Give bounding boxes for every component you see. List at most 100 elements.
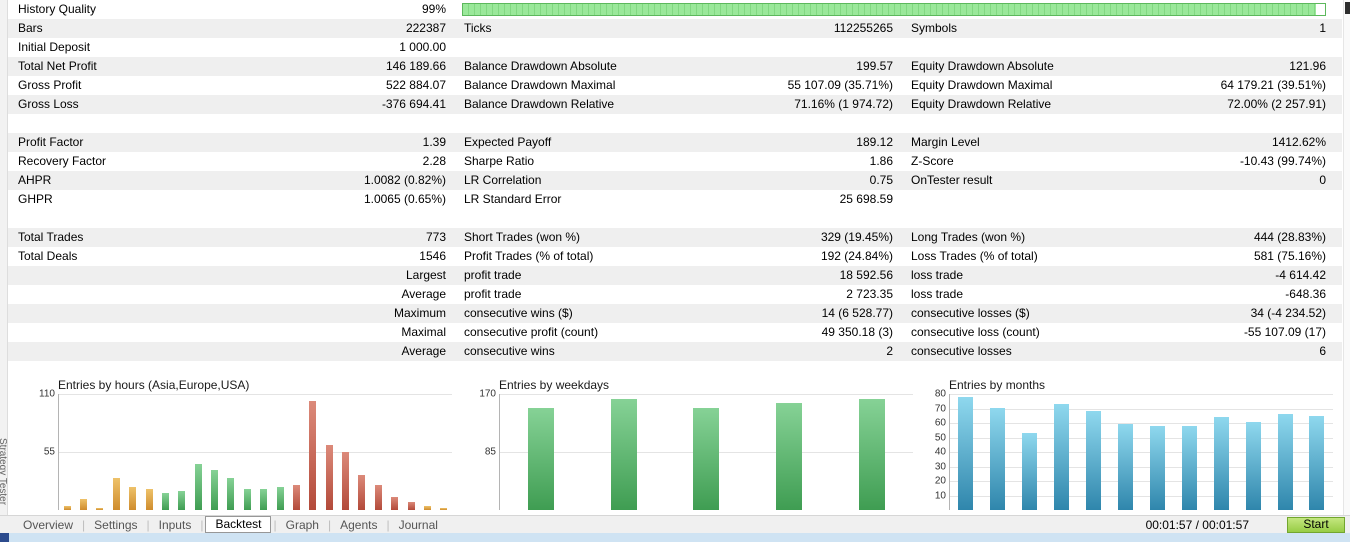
- strategy-tester-vertical-label[interactable]: Strategy Tester: [0, 438, 7, 505]
- stat-cell: loss trade -648.36: [903, 285, 1342, 304]
- stat-cell: Expected Payoff 189.12: [456, 133, 903, 152]
- stat-label: consecutive losses ($): [911, 306, 1030, 320]
- stats-row: Gross Loss -376 694.41 Balance Drawdown Re…: [8, 95, 1342, 114]
- stat-cell: consecutive wins 2: [456, 342, 903, 361]
- stats-row: Total Net Profit 146 189.66 Balance Drawdo…: [8, 57, 1342, 76]
- entries-by-hours-plot: 110 55: [39, 389, 452, 510]
- tab-bar-right: 00:01:57 / 00:01:57 Start: [1146, 516, 1350, 533]
- stat-label: Sharpe Ratio: [464, 154, 535, 168]
- start-button[interactable]: Start: [1287, 516, 1345, 533]
- bars-group: [950, 394, 1333, 510]
- stat-cell: consecutive loss (count) -55 107.09 (17): [903, 323, 1342, 342]
- tab-settings[interactable]: Settings: [85, 518, 146, 532]
- bar: [211, 470, 219, 510]
- stat-value: 189.12: [856, 135, 893, 149]
- tab-strip: Overview | Settings | Inputs | Backtest | Graph |…: [0, 516, 447, 533]
- stats-row: Total Deals 1546 Profit Trades (% of total…: [8, 247, 1342, 266]
- y-tick-label: 40: [934, 446, 946, 458]
- stat-value: -55 107.09 (17): [1243, 325, 1326, 339]
- stats-spacer-row: [8, 209, 1342, 228]
- stat-cell: Short Trades (won %) 329 (19.45%): [456, 228, 903, 247]
- stat-cell: Ticks 112255265: [456, 19, 903, 38]
- strategy-tester-panel: Strategy Tester History Quality 99% Bars 22…: [0, 0, 1350, 542]
- stat-value: 1: [1319, 21, 1326, 35]
- stat-value: -10.43 (99.74%): [1239, 154, 1326, 168]
- bar: [693, 408, 720, 510]
- stat-cell: profit trade 2 723.35: [456, 285, 903, 304]
- bar: [1054, 404, 1070, 510]
- bar: [958, 397, 974, 510]
- stat-value: [1326, 38, 1342, 57]
- tab-overview[interactable]: Overview: [14, 518, 82, 532]
- bar: [528, 408, 555, 510]
- bar: [63, 506, 71, 510]
- tab-journal[interactable]: Journal: [390, 518, 447, 532]
- stat-cell: Balance Drawdown Relative 71.16% (1 974.7…: [456, 95, 903, 114]
- stat-value: 55 107.09 (35.71%): [787, 78, 893, 92]
- stat-label: Balance Drawdown Absolute: [464, 59, 617, 73]
- stat-cell: Loss Trades (% of total) 581 (75.16%): [903, 247, 1342, 266]
- stat-cell: Recovery Factor 2.28: [8, 152, 456, 171]
- stat-value: Maximum: [393, 306, 446, 320]
- stat-label: GHPR: [18, 192, 53, 206]
- stat-cell: consecutive losses ($) 34 (-4 234.52): [903, 304, 1342, 323]
- stat-label: [8, 285, 18, 304]
- bar: [423, 506, 431, 510]
- stat-label: [903, 38, 911, 57]
- bar: [440, 508, 448, 510]
- stat-cell: Symbols 1: [903, 19, 1342, 38]
- stats-row: Maximum consecutive wins ($) 14 (6 528.77)…: [8, 304, 1342, 323]
- stat-value: 6: [1319, 344, 1326, 358]
- stat-cell: consecutive wins ($) 14 (6 528.77): [456, 304, 903, 323]
- stat-cell: [456, 38, 903, 57]
- stat-value: 2 723.35: [846, 287, 893, 301]
- history-quality-bar-fill: [463, 4, 1317, 15]
- bar: [145, 489, 153, 510]
- stats-row: Gross Profit 522 884.07 Balance Drawdown M…: [8, 76, 1342, 95]
- stats-row: Maximal consecutive profit (count) 49 350.…: [8, 323, 1342, 342]
- bar: [96, 508, 104, 510]
- stat-label: consecutive losses: [911, 344, 1012, 358]
- stat-cell: OnTester result 0: [903, 171, 1342, 190]
- stat-value: 444 (28.83%): [1253, 230, 1326, 244]
- tab-backtest[interactable]: Backtest: [205, 516, 272, 533]
- stat-label: profit trade: [464, 287, 522, 301]
- stat-value: -648.36: [1285, 287, 1326, 301]
- stat-value: 1.39: [422, 135, 446, 149]
- stat-cell: consecutive losses 6: [903, 342, 1342, 361]
- tab-graph[interactable]: Graph: [277, 518, 328, 532]
- stat-cell: Equity Drawdown Relative 72.00% (2 257.91…: [903, 95, 1342, 114]
- tab-separator: |: [200, 517, 204, 532]
- stat-value: 1412.62%: [1271, 135, 1326, 149]
- stat-value: 522 884.07: [385, 78, 446, 92]
- stat-label: Symbols: [911, 21, 958, 35]
- bar: [112, 478, 120, 510]
- stat-label: [8, 323, 18, 342]
- stat-cell: Balance Drawdown Absolute 199.57: [456, 57, 903, 76]
- y-tick-label: 20: [934, 475, 946, 487]
- stat-value: 329 (19.45%): [820, 230, 893, 244]
- tab-agents[interactable]: Agents: [331, 518, 386, 532]
- stat-cell: Profit Trades (% of total) 192 (24.84%): [456, 247, 903, 266]
- entries-by-hours-chart: Entries by hours (Asia,Europe,USA) 110 55: [22, 378, 452, 515]
- stat-cell: [903, 38, 1342, 57]
- vertical-scrollbar[interactable]: [1343, 0, 1350, 515]
- stat-label: AHPR: [18, 173, 52, 187]
- stat-value: 34 (-4 234.52): [1250, 306, 1326, 320]
- stat-value: 14 (6 528.77): [821, 306, 893, 320]
- bar: [325, 445, 333, 510]
- stat-value: 192 (24.84%): [820, 249, 893, 263]
- bar: [129, 487, 137, 510]
- stat-label: Short Trades (won %): [464, 230, 581, 244]
- stat-value: 773: [425, 230, 446, 244]
- tab-inputs[interactable]: Inputs: [150, 518, 201, 532]
- bars-group: [500, 394, 913, 510]
- stat-label: [903, 190, 911, 209]
- scrollbar-thumb[interactable]: [1345, 2, 1350, 14]
- bar: [1117, 424, 1133, 510]
- stat-label: Profit Factor: [18, 135, 84, 149]
- stat-cell: profit trade 18 592.56: [456, 266, 903, 285]
- stats-row: Largest profit trade 18 592.56 loss trade -4…: [8, 266, 1342, 285]
- bar: [391, 497, 399, 510]
- stat-label: Balance Drawdown Maximal: [464, 78, 616, 92]
